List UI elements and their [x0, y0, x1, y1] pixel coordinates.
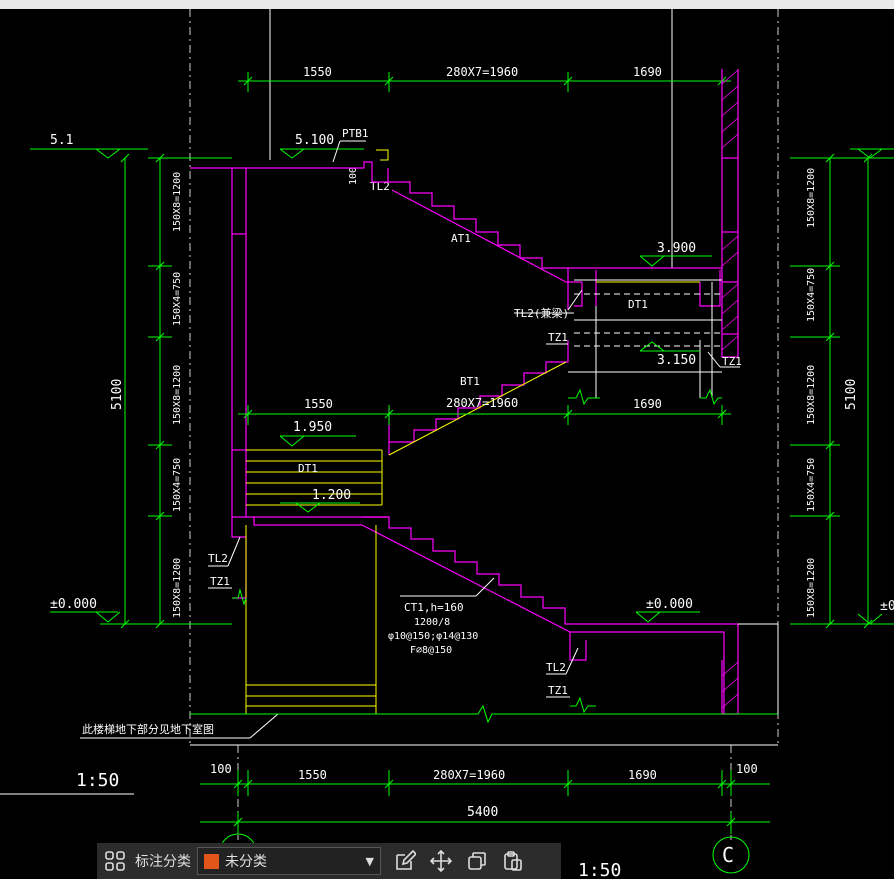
label-tz1-right-column: TZ1 [722, 355, 742, 368]
elevation-marker-5-1 [30, 148, 148, 159]
dim-mid-right: 1690 [633, 397, 662, 411]
edit-button[interactable] [387, 843, 423, 879]
layer-dropdown-value: 未分类 [225, 854, 267, 870]
chevron-down-icon: ▼ [365, 854, 374, 868]
dim-top-middle: 280X7=1960 [446, 65, 518, 79]
left-dim-1: 150X8=1200 [172, 172, 183, 232]
label-bt1: BT1 [460, 375, 480, 388]
copy-icon [468, 852, 486, 870]
copy-button[interactable] [459, 843, 495, 879]
dim-mid-left: 1550 [304, 397, 333, 411]
right-total: 5100 [844, 379, 859, 410]
elevation-ground-left: ±0.000 [50, 597, 97, 612]
leaders [80, 289, 740, 739]
dim-mid-middle: 280X7=1960 [446, 396, 518, 410]
paste-icon [504, 851, 522, 871]
dim-bottom-right: 1690 [628, 768, 657, 782]
elevation-landing-top: 5.100 [295, 133, 334, 148]
dim-top-left: 1550 [303, 65, 332, 79]
dim-bottom-middle: 280X7=1960 [433, 768, 505, 782]
dim-bottom-left: 1550 [298, 768, 327, 782]
scale-label-bottom: 1:50 [578, 860, 621, 879]
label-dt1-right: DT1 [628, 298, 648, 311]
label-ct1-line2: 1200/8 [414, 617, 450, 628]
label-ct1-line1: CT1,h=160 [404, 601, 464, 614]
left-dim-4: 150X4=750 [172, 458, 183, 512]
right-dim-1: 150X8=1200 [806, 168, 817, 228]
elevation-landing-right-upper: 3.900 [657, 241, 696, 256]
move-button[interactable] [423, 843, 459, 879]
elevation-marker-5-100 [279, 148, 364, 159]
stair-structure [190, 69, 739, 715]
label-thickness-100: 100 [348, 167, 359, 185]
label-ptb1: PTB1 [342, 127, 369, 140]
left-total: 5100 [110, 379, 125, 410]
elevation-landing-left-upper: 1.950 [293, 420, 332, 435]
elevation-landing-left-lower: 1.200 [312, 488, 351, 503]
wall-hatch [721, 69, 739, 709]
label-tz1-right-upper: TZ1 [548, 331, 568, 344]
right-dim-3: 150X8=1200 [806, 365, 817, 425]
label-ct1-line4: F⌀8@150 [410, 645, 452, 656]
elevation-top-left: 5.1 [50, 133, 73, 148]
right-dim-2: 150X4=750 [806, 268, 817, 322]
scale-label-left: 1:50 [76, 770, 119, 791]
label-ct1-line3: φ10@150;φ14@130 [388, 631, 478, 642]
grid-lines [189, 9, 779, 840]
left-dim-5: 150X8=1200 [172, 558, 183, 618]
edit-icon [396, 850, 416, 870]
guide-lines [190, 9, 778, 746]
dim-bottom-total: 5400 [467, 805, 498, 820]
label-basement-note: 此楼梯地下部分见地下室图 [82, 722, 214, 736]
dim-top-right: 1690 [633, 65, 662, 79]
label-at1: AT1 [451, 232, 471, 245]
right-dim-4: 150X4=750 [806, 458, 817, 512]
label-tl2-right-upper: TL2(兼梁) [514, 306, 569, 320]
label-tz1-bottom: TZ1 [548, 684, 568, 697]
annotation-toolbar: 标注分类 未分类 ▼ [97, 843, 561, 879]
right-dim-5: 150X8=1200 [806, 558, 817, 618]
grid-apps-button[interactable] [97, 843, 133, 879]
elevation-ground-right: ±0.000 [646, 597, 693, 612]
elevation-landing-right-lower: 3.150 [657, 353, 696, 368]
paste-button[interactable] [495, 843, 531, 879]
label-tl2-left: TL2 [208, 552, 228, 565]
left-dim-3: 150X8=1200 [172, 365, 183, 425]
label-tl2-bottom: TL2 [546, 661, 566, 674]
move-arrows-icon [430, 850, 452, 872]
break-lines [190, 388, 778, 724]
dim-bottom-right-end: 100 [736, 762, 758, 776]
window-top-strip [0, 0, 894, 9]
cad-drawing-canvas[interactable]: 1550 280X7=1960 1690 5.1 5.100 PTB1 100 … [0, 9, 894, 879]
label-tz1-left: TZ1 [210, 575, 230, 588]
grid-apps-icon [105, 851, 125, 871]
layer-color-swatch [204, 853, 219, 869]
layer-dropdown[interactable]: 未分类 ▼ [197, 847, 381, 875]
elevation-markers-right [50, 255, 712, 623]
dim-bottom-left-end: 100 [210, 762, 232, 776]
category-label: 标注分类 [135, 854, 191, 870]
axis-label-c: C [722, 843, 734, 867]
elevation-ground-far-right: ±0 [880, 599, 894, 614]
label-dt1-left: DT1 [298, 462, 318, 475]
left-dim-2: 150X4=750 [172, 272, 183, 326]
